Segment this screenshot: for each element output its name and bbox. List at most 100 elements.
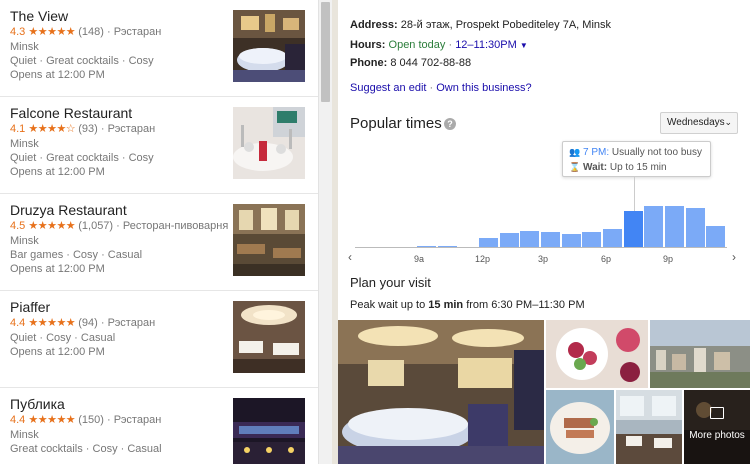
popular-times-bar[interactable]	[603, 229, 623, 247]
tooltip-wait-value: Up to 15 min	[609, 162, 667, 173]
photo-food-2[interactable]	[546, 390, 614, 464]
result-item-falcone[interactable]: Falcone Restaurant 4.1 ★★★★☆ (93) · Рэст…	[0, 97, 318, 194]
features: Great cocktails · Cosy · Casual	[10, 443, 162, 455]
popular-times-bar[interactable]	[706, 226, 726, 247]
place-type: Рэстаран	[113, 414, 162, 426]
result-name[interactable]: Публика	[10, 396, 65, 412]
tooltip-wait-label: Wait:	[583, 162, 608, 173]
popular-times-bar[interactable]	[582, 232, 602, 247]
results-scrollbar[interactable]	[318, 0, 332, 464]
popular-times-chart	[355, 205, 727, 247]
restaurant-thumbnail[interactable]	[233, 107, 305, 179]
photo-icon	[710, 407, 724, 419]
city: Minsk	[10, 429, 39, 441]
hourglass-icon: ⌛	[569, 162, 581, 172]
features: Bar games · Cosy · Casual	[10, 249, 143, 261]
popular-times-bar[interactable]	[685, 207, 705, 247]
features: Quiet · Great cocktails · Cosy	[10, 152, 154, 164]
popular-times-bar[interactable]	[623, 211, 643, 247]
result-item-piaffer[interactable]: Piaffer 4.4 ★★★★★ (94) · Рэстаран Quiet …	[0, 291, 318, 388]
tick-label: 9p	[663, 254, 674, 264]
place-type: Рэстаран	[107, 123, 156, 135]
review-count: (148)	[78, 26, 104, 38]
star-rating-icon: ★★★★☆	[28, 123, 76, 135]
photo-city-view[interactable]	[650, 320, 750, 388]
city: Minsk	[10, 138, 39, 150]
more-photos-button[interactable]: More photos	[684, 390, 750, 464]
scrollbar-thumb[interactable]	[321, 2, 330, 102]
photo-interior[interactable]	[616, 390, 682, 464]
rating-value: 4.3	[10, 26, 26, 38]
restaurant-thumbnail[interactable]	[233, 10, 305, 82]
chevron-down-icon: ⌄	[724, 117, 732, 127]
city: Minsk	[10, 235, 39, 247]
tick-label: 3p	[538, 254, 549, 264]
restaurant-thumbnail[interactable]	[233, 398, 305, 464]
chevron-right-icon[interactable]: ›	[732, 250, 736, 264]
review-count: (94)	[78, 317, 98, 329]
popular-times-bar[interactable]	[541, 232, 561, 247]
place-type: Ресторан-пивоварня	[122, 220, 229, 232]
result-name[interactable]: Falcone Restaurant	[10, 105, 132, 121]
popular-times-bar[interactable]	[499, 233, 519, 247]
peak-wait-text: Peak wait up to 15 min from 6:30 PM–11:3…	[350, 299, 585, 311]
restaurant-thumbnail[interactable]	[233, 204, 305, 276]
hours: Opens at 12:00 PM	[10, 346, 105, 358]
more-photos-label: More photos	[689, 430, 745, 441]
rating-value: 4.5	[10, 220, 26, 232]
restaurant-thumbnail[interactable]	[233, 301, 305, 373]
review-count: (150)	[78, 414, 104, 426]
suggest-edit-link[interactable]: Suggest an edit	[350, 82, 426, 94]
hours-row[interactable]: Hours: Open today · 12–11:30PM ▼	[350, 39, 528, 51]
people-icon: 👥	[569, 147, 581, 157]
popular-times-title: Popular times	[350, 115, 442, 132]
review-count: (1,057)	[78, 220, 114, 232]
star-rating-icon: ★★★★★	[28, 220, 76, 232]
star-rating-icon: ★★★★★	[28, 26, 76, 38]
rating-value: 4.4	[10, 317, 26, 329]
tick-label: 6p	[601, 254, 612, 264]
place-type: Рэстаран	[113, 26, 162, 38]
star-rating-icon: ★★★★★	[28, 414, 76, 426]
hours-label: Hours:	[350, 39, 386, 51]
day-select[interactable]: Wednesdays ⌄	[660, 112, 738, 134]
rating-line: 4.5 ★★★★★ (1,057) · Ресторан-пивоварня	[10, 220, 229, 232]
address-row: Address: 28-й этаж, Prospekt Pobediteley…	[350, 19, 611, 31]
edit-links: Suggest an edit · Own this business?	[350, 82, 532, 94]
result-item-publika[interactable]: Публика 4.4 ★★★★★ (150) · Рэстаран Minsk…	[0, 388, 318, 464]
result-item-druzya[interactable]: Druzya Restaurant 4.5 ★★★★★ (1,057) · Ре…	[0, 194, 318, 291]
popular-times-bar[interactable]	[644, 206, 664, 247]
popular-times-bar[interactable]	[665, 206, 685, 247]
main-photo[interactable]	[338, 320, 544, 464]
peak-wait-value: 15 min	[428, 299, 464, 311]
popular-times-bar[interactable]	[561, 233, 581, 247]
phone-value[interactable]: 8 044 702-88-88	[390, 57, 471, 69]
features: Quiet · Great cocktails · Cosy	[10, 55, 154, 67]
results-list: The View 4.3 ★★★★★ (148) · Рэстаран Mins…	[0, 0, 318, 464]
chart-baseline	[355, 247, 727, 248]
popular-times-bar[interactable]	[479, 237, 499, 247]
result-name[interactable]: Piaffer	[10, 299, 50, 315]
place-type: Рэстаран	[107, 317, 156, 329]
result-name[interactable]: The View	[10, 8, 68, 24]
own-business-link[interactable]: Own this business?	[436, 82, 531, 94]
address-label: Address:	[350, 19, 398, 31]
rating-line: 4.1 ★★★★☆ (93) · Рэстаран	[10, 123, 156, 135]
caret-down-icon[interactable]: ▼	[520, 41, 528, 50]
tick-label: 9a	[414, 254, 425, 264]
phone-row: Phone: 8 044 702-88-88	[350, 57, 471, 69]
phone-label: Phone:	[350, 57, 388, 69]
rating-line: 4.3 ★★★★★ (148) · Рэстаран	[10, 26, 162, 38]
result-name[interactable]: Druzya Restaurant	[10, 202, 127, 218]
popular-times-bar[interactable]	[520, 231, 540, 247]
hours-time[interactable]: 12–11:30PM	[455, 39, 517, 51]
city: Minsk	[10, 41, 39, 53]
review-count: (93)	[78, 123, 98, 135]
chevron-left-icon[interactable]: ‹	[348, 250, 352, 264]
result-item-the-view[interactable]: The View 4.3 ★★★★★ (148) · Рэстаран Mins…	[0, 0, 318, 97]
tooltip-status: Usually not too busy	[611, 147, 702, 158]
photo-food-1[interactable]	[546, 320, 648, 388]
place-details-panel: Address: 28-й этаж, Prospekt Pobediteley…	[338, 0, 750, 464]
help-icon[interactable]: ?	[444, 118, 456, 130]
hours: Opens at 12:00 PM	[10, 263, 105, 275]
